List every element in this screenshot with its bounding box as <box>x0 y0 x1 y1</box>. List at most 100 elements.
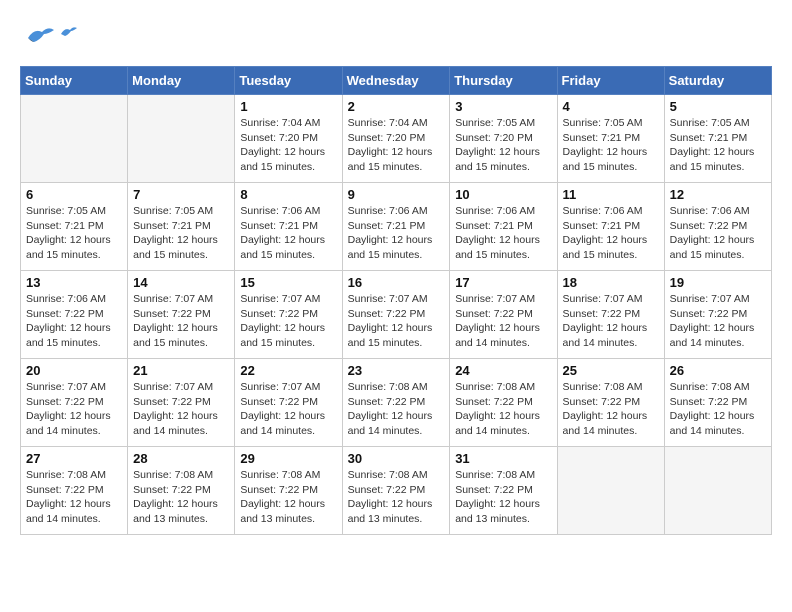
day-number: 3 <box>455 99 551 114</box>
day-number: 18 <box>563 275 659 290</box>
calendar-cell: 5 Sunrise: 7:05 AM Sunset: 7:21 PM Daylig… <box>664 95 771 183</box>
day-info: Sunrise: 7:05 AM Sunset: 7:21 PM Dayligh… <box>133 204 229 263</box>
header-tuesday: Tuesday <box>235 67 342 95</box>
calendar-cell: 15 Sunrise: 7:07 AM Sunset: 7:22 PM Dayli… <box>235 271 342 359</box>
day-number: 21 <box>133 363 229 378</box>
day-info: Sunrise: 7:07 AM Sunset: 7:22 PM Dayligh… <box>563 292 659 351</box>
weekday-header-row: Sunday Monday Tuesday Wednesday Thursday… <box>21 67 772 95</box>
day-info: Sunrise: 7:07 AM Sunset: 7:22 PM Dayligh… <box>240 292 336 351</box>
day-info: Sunrise: 7:07 AM Sunset: 7:22 PM Dayligh… <box>26 380 122 439</box>
day-number: 2 <box>348 99 445 114</box>
calendar-cell: 25Sunrise: 7:08 AM Sunset: 7:22 PM Dayli… <box>557 359 664 447</box>
day-number: 8 <box>240 187 336 202</box>
day-info: Sunrise: 7:07 AM Sunset: 7:22 PM Dayligh… <box>240 380 336 439</box>
day-number: 14 <box>133 275 229 290</box>
day-info: Sunrise: 7:06 AM Sunset: 7:21 PM Dayligh… <box>240 204 336 263</box>
calendar-cell: 6 Sunrise: 7:05 AM Sunset: 7:21 PM Daylig… <box>21 183 128 271</box>
day-number: 7 <box>133 187 229 202</box>
day-info: Sunrise: 7:08 AM Sunset: 7:22 PM Dayligh… <box>348 380 445 439</box>
week-row-2: 6 Sunrise: 7:05 AM Sunset: 7:21 PM Daylig… <box>21 183 772 271</box>
calendar-cell: 13Sunrise: 7:06 AM Sunset: 7:22 PM Dayli… <box>21 271 128 359</box>
day-number: 27 <box>26 451 122 466</box>
calendar-cell: 24 Sunrise: 7:08 AM Sunset: 7:22 PM Dayli… <box>450 359 557 447</box>
day-info: Sunrise: 7:08 AM Sunset: 7:22 PM Dayligh… <box>670 380 766 439</box>
header-thursday: Thursday <box>450 67 557 95</box>
header-saturday: Saturday <box>664 67 771 95</box>
calendar-cell: 22 Sunrise: 7:07 AM Sunset: 7:22 PM Dayli… <box>235 359 342 447</box>
logo-icon <box>20 20 56 56</box>
day-number: 15 <box>240 275 336 290</box>
header-monday: Monday <box>128 67 235 95</box>
day-info: Sunrise: 7:07 AM Sunset: 7:22 PM Dayligh… <box>348 292 445 351</box>
day-info: Sunrise: 7:07 AM Sunset: 7:22 PM Dayligh… <box>670 292 766 351</box>
day-number: 19 <box>670 275 766 290</box>
calendar-cell: 8 Sunrise: 7:06 AM Sunset: 7:21 PM Daylig… <box>235 183 342 271</box>
week-row-4: 20Sunrise: 7:07 AM Sunset: 7:22 PM Dayli… <box>21 359 772 447</box>
day-number: 12 <box>670 187 766 202</box>
day-info: Sunrise: 7:06 AM Sunset: 7:21 PM Dayligh… <box>455 204 551 263</box>
day-number: 30 <box>348 451 445 466</box>
day-number: 25 <box>563 363 659 378</box>
header-wednesday: Wednesday <box>342 67 450 95</box>
calendar-cell: 28 Sunrise: 7:08 AM Sunset: 7:22 PM Dayli… <box>128 447 235 535</box>
day-number: 13 <box>26 275 122 290</box>
day-info: Sunrise: 7:08 AM Sunset: 7:22 PM Dayligh… <box>455 380 551 439</box>
day-info: Sunrise: 7:06 AM Sunset: 7:21 PM Dayligh… <box>348 204 445 263</box>
calendar-cell: 26 Sunrise: 7:08 AM Sunset: 7:22 PM Dayli… <box>664 359 771 447</box>
calendar-cell: 30 Sunrise: 7:08 AM Sunset: 7:22 PM Dayli… <box>342 447 450 535</box>
day-number: 1 <box>240 99 336 114</box>
calendar-cell: 7 Sunrise: 7:05 AM Sunset: 7:21 PM Daylig… <box>128 183 235 271</box>
calendar-cell: 14 Sunrise: 7:07 AM Sunset: 7:22 PM Dayli… <box>128 271 235 359</box>
day-number: 29 <box>240 451 336 466</box>
day-info: Sunrise: 7:08 AM Sunset: 7:22 PM Dayligh… <box>26 468 122 527</box>
calendar-cell: 27 Sunrise: 7:08 AM Sunset: 7:22 PM Dayli… <box>21 447 128 535</box>
logo-bird-icon <box>59 25 77 43</box>
calendar-cell: 23Sunrise: 7:08 AM Sunset: 7:22 PM Dayli… <box>342 359 450 447</box>
calendar-cell <box>664 447 771 535</box>
day-info: Sunrise: 7:06 AM Sunset: 7:22 PM Dayligh… <box>670 204 766 263</box>
calendar-cell: 11Sunrise: 7:06 AM Sunset: 7:21 PM Dayli… <box>557 183 664 271</box>
day-number: 31 <box>455 451 551 466</box>
day-info: Sunrise: 7:06 AM Sunset: 7:21 PM Dayligh… <box>563 204 659 263</box>
calendar-cell <box>21 95 128 183</box>
calendar-cell: 9 Sunrise: 7:06 AM Sunset: 7:21 PM Daylig… <box>342 183 450 271</box>
week-row-3: 13Sunrise: 7:06 AM Sunset: 7:22 PM Dayli… <box>21 271 772 359</box>
calendar-cell: 10Sunrise: 7:06 AM Sunset: 7:21 PM Dayli… <box>450 183 557 271</box>
day-info: Sunrise: 7:08 AM Sunset: 7:22 PM Dayligh… <box>455 468 551 527</box>
calendar-cell: 29Sunrise: 7:08 AM Sunset: 7:22 PM Dayli… <box>235 447 342 535</box>
calendar-cell: 12 Sunrise: 7:06 AM Sunset: 7:22 PM Dayli… <box>664 183 771 271</box>
day-info: Sunrise: 7:05 AM Sunset: 7:21 PM Dayligh… <box>670 116 766 175</box>
day-number: 5 <box>670 99 766 114</box>
header-sunday: Sunday <box>21 67 128 95</box>
day-number: 28 <box>133 451 229 466</box>
calendar-cell: 19 Sunrise: 7:07 AM Sunset: 7:22 PM Dayli… <box>664 271 771 359</box>
day-info: Sunrise: 7:07 AM Sunset: 7:22 PM Dayligh… <box>133 380 229 439</box>
day-info: Sunrise: 7:05 AM Sunset: 7:21 PM Dayligh… <box>563 116 659 175</box>
calendar-cell: 3 Sunrise: 7:05 AM Sunset: 7:20 PM Daylig… <box>450 95 557 183</box>
day-number: 22 <box>240 363 336 378</box>
calendar-cell: 16 Sunrise: 7:07 AM Sunset: 7:22 PM Dayli… <box>342 271 450 359</box>
day-info: Sunrise: 7:08 AM Sunset: 7:22 PM Dayligh… <box>348 468 445 527</box>
page-header <box>20 20 772 56</box>
day-number: 4 <box>563 99 659 114</box>
day-info: Sunrise: 7:08 AM Sunset: 7:22 PM Dayligh… <box>133 468 229 527</box>
day-info: Sunrise: 7:07 AM Sunset: 7:22 PM Dayligh… <box>455 292 551 351</box>
calendar-cell <box>557 447 664 535</box>
day-number: 26 <box>670 363 766 378</box>
logo <box>20 20 77 56</box>
day-info: Sunrise: 7:05 AM Sunset: 7:21 PM Dayligh… <box>26 204 122 263</box>
calendar-cell: 31 Sunrise: 7:08 AM Sunset: 7:22 PM Dayli… <box>450 447 557 535</box>
calendar-cell: 21 Sunrise: 7:07 AM Sunset: 7:22 PM Dayli… <box>128 359 235 447</box>
day-info: Sunrise: 7:07 AM Sunset: 7:22 PM Dayligh… <box>133 292 229 351</box>
calendar-table: Sunday Monday Tuesday Wednesday Thursday… <box>20 66 772 535</box>
calendar-cell: 1Sunrise: 7:04 AM Sunset: 7:20 PM Daylig… <box>235 95 342 183</box>
day-number: 16 <box>348 275 445 290</box>
calendar-cell <box>128 95 235 183</box>
header-friday: Friday <box>557 67 664 95</box>
day-number: 6 <box>26 187 122 202</box>
day-number: 9 <box>348 187 445 202</box>
day-number: 24 <box>455 363 551 378</box>
day-number: 17 <box>455 275 551 290</box>
day-info: Sunrise: 7:05 AM Sunset: 7:20 PM Dayligh… <box>455 116 551 175</box>
calendar-cell: 2Sunrise: 7:04 AM Sunset: 7:20 PM Daylig… <box>342 95 450 183</box>
